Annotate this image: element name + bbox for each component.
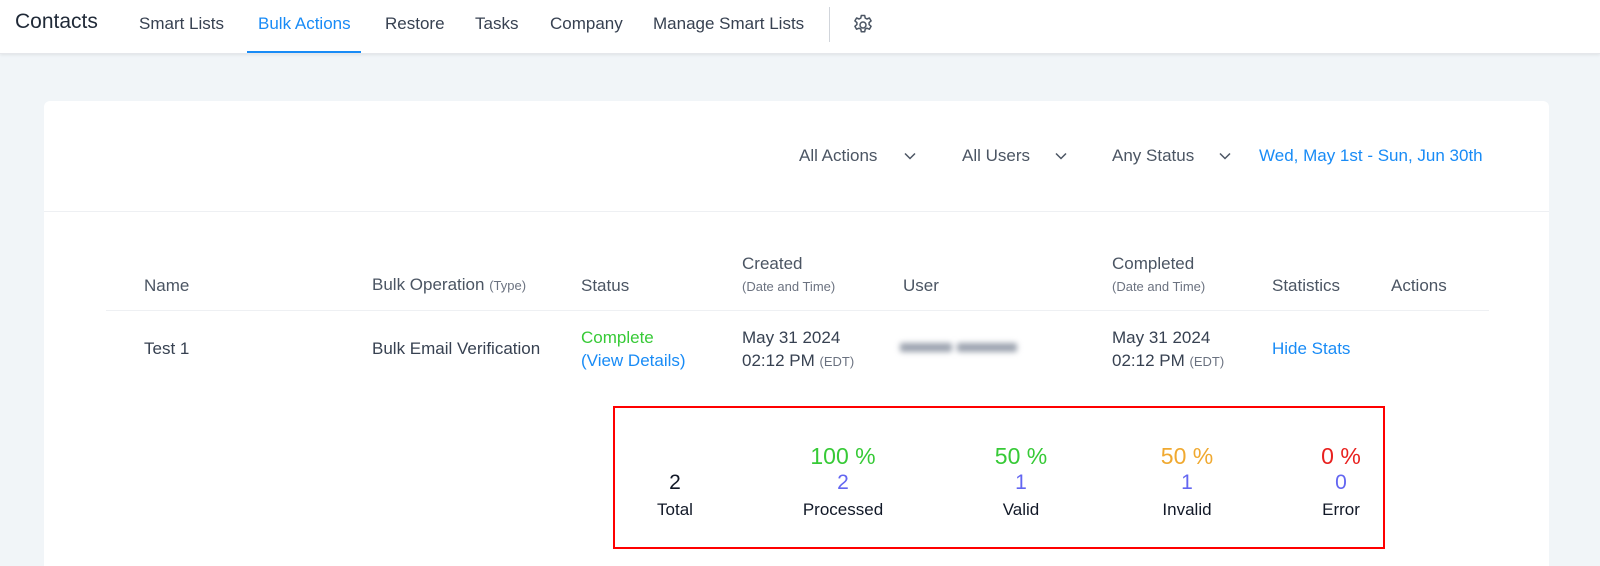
- actions-filter-dropdown[interactable]: All Actions: [799, 146, 916, 166]
- row-operation: Bulk Email Verification: [372, 339, 541, 358]
- column-header-created: Created: [742, 254, 803, 273]
- column-header-statistics: Statistics: [1272, 276, 1341, 295]
- stat-total-value: 2: [669, 471, 681, 494]
- hide-stats-link[interactable]: Hide Stats: [1272, 339, 1350, 359]
- column-header-actions: Actions: [1391, 276, 1447, 295]
- column-header-status: Status: [581, 276, 630, 295]
- users-filter-label: All Users: [962, 146, 1031, 165]
- row-created-time: 02:12 PM (EDT): [742, 351, 854, 371]
- row-status: Complete: [581, 328, 654, 347]
- stat-valid-pct: 50 %: [994, 443, 1048, 469]
- status-filter-dropdown[interactable]: Any Status: [1112, 146, 1231, 166]
- column-header-completed-sub: (Date and Time): [1112, 279, 1206, 294]
- stat-processed-label: Processed: [802, 500, 884, 519]
- top-nav-bar: Contacts Smart Lists Bulk Actions Restor…: [0, 0, 1600, 54]
- chevron-down-icon: [1219, 152, 1231, 160]
- tab-tasks[interactable]: Tasks: [475, 14, 518, 52]
- chevron-down-icon: [1055, 152, 1067, 160]
- row-completed-tz: (EDT): [1189, 354, 1225, 369]
- column-header-completed: Completed: [1112, 254, 1195, 273]
- tab-smart-lists[interactable]: Smart Lists: [139, 14, 224, 52]
- row-completed-time-value: 02:12 PM: [1112, 351, 1185, 370]
- stat-valid-label: Valid: [1002, 500, 1040, 519]
- stat-invalid-pct: 50 %: [1160, 443, 1214, 469]
- row-completed-time: 02:12 PM (EDT): [1112, 351, 1224, 371]
- row-created-date: May 31 2024: [742, 328, 841, 347]
- stat-error-label: Error: [1322, 500, 1360, 519]
- row-created-time-value: 02:12 PM: [742, 351, 815, 370]
- tab-manage-smart-lists[interactable]: Manage Smart Lists: [653, 14, 804, 52]
- gear-icon[interactable]: [851, 13, 875, 37]
- stat-processed-value: 2: [837, 471, 849, 494]
- stat-valid-value: 1: [1015, 471, 1027, 494]
- users-filter-dropdown[interactable]: All Users: [962, 146, 1067, 166]
- column-header-name: Name: [144, 276, 190, 295]
- tab-restore[interactable]: Restore: [385, 14, 445, 52]
- row-completed-date: May 31 2024: [1112, 328, 1211, 347]
- stat-processed-pct: 100 %: [810, 443, 876, 469]
- column-header-operation-sub: (Type): [489, 278, 527, 293]
- tab-bulk-actions[interactable]: Bulk Actions: [247, 14, 361, 53]
- row-created-tz: (EDT): [819, 354, 855, 369]
- date-range-picker[interactable]: Wed, May 1st - Sun, Jun 30th: [1259, 146, 1483, 166]
- view-details-link[interactable]: (View Details): [581, 351, 686, 371]
- nav-divider: [829, 7, 830, 42]
- chevron-down-icon: [904, 152, 916, 160]
- stat-error-pct: 0 %: [1321, 443, 1361, 469]
- filter-bar: All Actions All Users Any Status Wed, Ma…: [44, 101, 1549, 212]
- column-header-created-sub: (Date and Time): [742, 279, 836, 294]
- row-name: Test 1: [144, 339, 190, 358]
- stat-invalid-value: 1: [1181, 471, 1193, 494]
- column-header-operation-label: Bulk Operation: [372, 275, 485, 294]
- row-user-redacted: [900, 339, 1026, 355]
- stat-invalid-label: Invalid: [1162, 500, 1212, 519]
- stat-error-value: 0: [1335, 471, 1347, 494]
- status-filter-label: Any Status: [1112, 146, 1195, 165]
- stat-total-label: Total: [657, 500, 693, 519]
- tab-company[interactable]: Company: [550, 14, 623, 52]
- actions-filter-label: All Actions: [799, 146, 878, 165]
- table-header-divider: [106, 310, 1489, 311]
- column-header-operation: Bulk Operation (Type): [372, 275, 526, 295]
- column-header-user: User: [903, 276, 939, 295]
- page-title: Contacts: [15, 10, 98, 33]
- stats-panel: 2 Total 100 % 2 Processed 50 % 1 Valid 5…: [613, 406, 1385, 549]
